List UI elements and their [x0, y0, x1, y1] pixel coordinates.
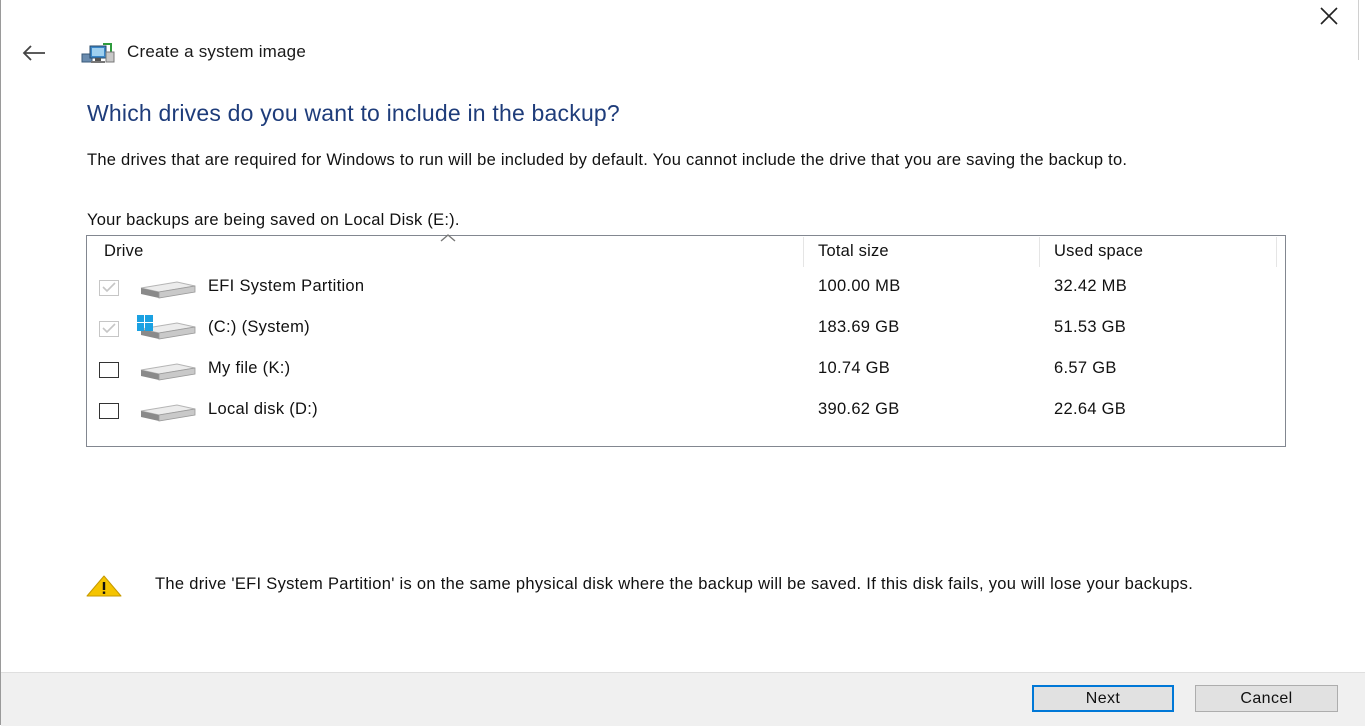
drive-checkbox[interactable] — [99, 403, 119, 419]
cancel-button[interactable]: Cancel — [1195, 685, 1338, 712]
drive-icon — [140, 404, 196, 422]
drive-used-space: 51.53 GB — [1054, 318, 1127, 336]
window-title: Create a system image — [127, 42, 306, 61]
window-edge — [1358, 0, 1365, 60]
backup-location-text: Your backups are being saved on Local Di… — [87, 211, 460, 229]
windows-logo-icon — [137, 315, 153, 331]
column-header-used-space[interactable]: Used space — [1054, 242, 1143, 261]
column-divider[interactable] — [803, 237, 804, 267]
column-header-total-size[interactable]: Total size — [818, 242, 889, 261]
drive-checkbox[interactable] — [99, 362, 119, 378]
backup-app-icon — [81, 43, 115, 63]
drive-used-space: 22.64 GB — [1054, 400, 1127, 418]
drive-total-size: 183.69 GB — [818, 318, 900, 336]
back-arrow-icon — [22, 45, 45, 61]
drive-icon — [140, 363, 196, 381]
table-row[interactable]: Local disk (D:) 390.62 GB 22.64 GB — [87, 391, 1285, 431]
drive-name: (C:) (System) — [208, 318, 310, 336]
drive-checkbox[interactable] — [99, 280, 119, 296]
column-divider[interactable] — [1039, 237, 1040, 267]
drive-name: Local disk (D:) — [208, 400, 318, 418]
table-row[interactable]: My file (K:) 10.74 GB 6.57 GB — [87, 350, 1285, 390]
drive-used-space: 6.57 GB — [1054, 359, 1117, 377]
drive-name: EFI System Partition — [208, 277, 365, 295]
column-divider[interactable] — [1276, 237, 1277, 267]
drive-checkbox[interactable] — [99, 321, 119, 337]
drive-icon — [140, 281, 196, 299]
warning-icon — [86, 575, 122, 597]
drive-used-space: 32.42 MB — [1054, 277, 1128, 295]
column-header-drive[interactable]: Drive — [104, 242, 144, 261]
dialog-window: Create a system image Which drives do yo… — [0, 0, 1365, 726]
page-heading: Which drives do you want to include in t… — [87, 100, 620, 126]
close-button[interactable] — [1311, 2, 1347, 30]
page-description: The drives that are required for Windows… — [87, 151, 1128, 169]
back-button[interactable] — [17, 38, 51, 68]
next-button[interactable]: Next — [1032, 685, 1174, 712]
sort-ascending-icon — [440, 234, 456, 242]
drive-total-size: 100.00 MB — [818, 277, 901, 295]
table-row[interactable]: EFI System Partition 100.00 MB 32.42 MB — [87, 268, 1285, 308]
drive-name: My file (K:) — [208, 359, 291, 377]
drive-total-size: 10.74 GB — [818, 359, 891, 377]
warning-message: The drive 'EFI System Partition' is on t… — [155, 575, 1194, 593]
table-row[interactable]: (C:) (System) 183.69 GB 51.53 GB — [87, 309, 1285, 349]
close-icon — [1320, 7, 1338, 25]
drive-total-size: 390.62 GB — [818, 400, 900, 418]
